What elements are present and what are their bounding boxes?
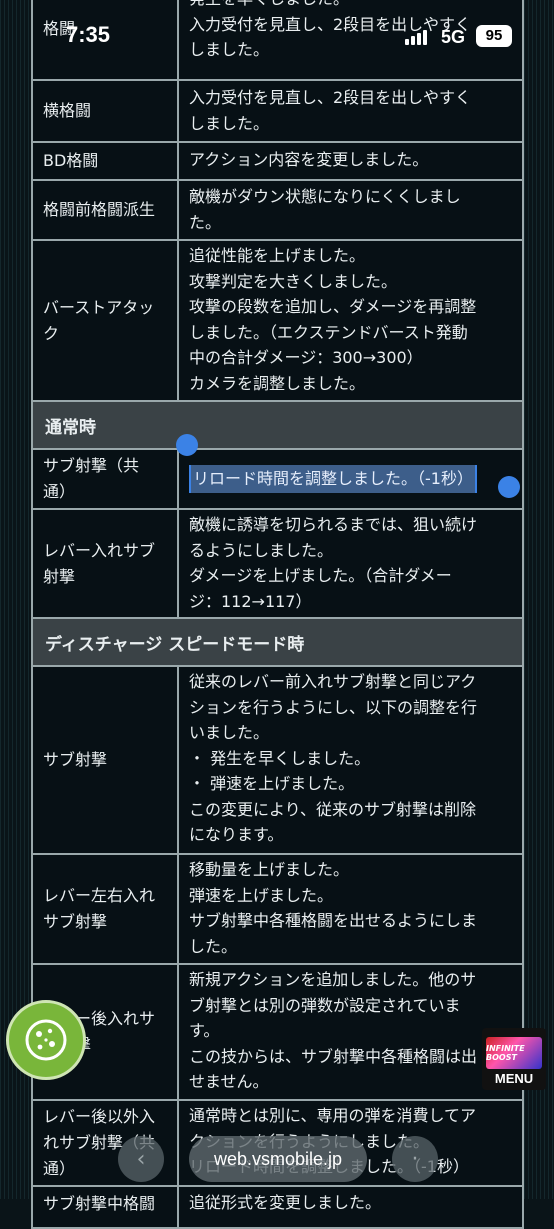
selection-start-handle[interactable] xyxy=(176,434,198,456)
row-detail: 敵機がダウン状態になりにくくしまし た。 xyxy=(189,187,461,232)
row-detail: リロード時間を調整しました。（-1秒） xyxy=(179,450,522,508)
row-detail: 発生を早くしました。 入力受付を見直し、2段目を出しやすく しました。 xyxy=(189,0,472,59)
row-detail: 入力受付を見直し、2段目を出しやすく しました。 xyxy=(189,88,472,133)
table-row: レバー後入れサ ブ射撃 新規アクションを追加しました。他のサ ブ射撃とは別の弾数… xyxy=(33,965,522,1101)
row-detail: 新規アクションを追加しました。他のサ ブ射撃とは別の弾数が設定されていま す。 … xyxy=(189,970,478,1091)
cookie-settings-button[interactable] xyxy=(6,1000,86,1080)
game-logo: INFINITE BOOST xyxy=(486,1037,542,1069)
address-bar[interactable]: web.vsmobile.jp xyxy=(189,1136,367,1182)
cookie-icon xyxy=(25,1019,67,1061)
row-label: サブ射撃中格闘 xyxy=(33,1187,179,1227)
table-row: バーストアタック 追従性能を上げました。 攻撃判定を大きくしました。 攻撃の段数… xyxy=(33,241,522,402)
back-button[interactable]: ‹ xyxy=(118,1136,164,1182)
table-row: BD格闘 アクション内容を変更しました。 xyxy=(33,143,522,181)
table-row: レバー入れサブ 射撃 敵機に誘導を切られるまでは、狙い続け るようにしました。 … xyxy=(33,510,522,619)
row-label: レバー左右入れ サブ射撃 xyxy=(33,855,179,963)
game-menu-button[interactable]: INFINITE BOOST MENU xyxy=(482,1028,546,1090)
row-label: バーストアタック xyxy=(33,241,179,400)
table-row: サブ射撃中格闘 追従形式を変更しました。 xyxy=(33,1187,522,1229)
row-detail: アクション内容を変更しました。 xyxy=(189,150,429,169)
chevron-left-icon: ‹ xyxy=(136,1146,146,1172)
row-label: 格闘前格闘派生 xyxy=(33,181,179,239)
table-row: 格闘前格闘派生 敵機がダウン状態になりにくくしまし た。 xyxy=(33,181,522,241)
row-detail: 敵機に誘導を切られるまでは、狙い続け るようにしました。 ダメージを上げました。… xyxy=(189,515,478,611)
section-header-normal: 通常時 xyxy=(33,402,522,450)
table-row: サブ射撃（共 通） リロード時間を調整しました。（-1秒） xyxy=(33,450,522,510)
row-label: サブ射撃 xyxy=(33,667,179,853)
more-button[interactable]: · xyxy=(392,1136,438,1182)
row-detail: 移動量を上げました。 弾速を上げました。 サブ射撃中各種格闘を出せるようにしま … xyxy=(189,860,478,956)
row-label: レバー入れサブ 射撃 xyxy=(33,510,179,617)
selected-text[interactable]: リロード時間を調整しました。（-1秒） xyxy=(189,465,477,493)
row-detail: 追従性能を上げました。 攻撃判定を大きくしました。 攻撃の段数を追加し、ダメージ… xyxy=(189,246,477,393)
row-detail: 追従形式を変更しました。 xyxy=(189,1193,382,1212)
row-label: サブ射撃（共 通） xyxy=(33,450,179,508)
section-header-discharge: ディスチャージ スピードモード時 xyxy=(33,619,522,667)
row-detail: 従来のレバー前入れサブ射撃と同じアク ションを行うようにし、以下の調整を行 いま… xyxy=(189,672,478,844)
selection-end-handle[interactable] xyxy=(498,476,520,498)
balance-change-table: 格闘 発生を早くしました。 入力受付を見直し、2段目を出しやすく しました。 横… xyxy=(31,0,524,1229)
table-row: 横格闘 入力受付を見直し、2段目を出しやすく しました。 xyxy=(33,81,522,143)
browser-toolbar: ‹ web.vsmobile.jp · xyxy=(118,1134,438,1184)
table-row: サブ射撃 従来のレバー前入れサブ射撃と同じアク ションを行うようにし、以下の調整… xyxy=(33,667,522,855)
table-row: 格闘 発生を早くしました。 入力受付を見直し、2段目を出しやすく しました。 xyxy=(33,0,522,81)
menu-label: MENU xyxy=(494,1071,534,1086)
table-row: レバー左右入れ サブ射撃 移動量を上げました。 弾速を上げました。 サブ射撃中各… xyxy=(33,855,522,965)
row-label: BD格闘 xyxy=(33,143,179,179)
ellipsis-icon: · xyxy=(411,1146,419,1172)
row-label: 格闘 xyxy=(33,0,179,79)
row-label: 横格闘 xyxy=(33,81,179,141)
